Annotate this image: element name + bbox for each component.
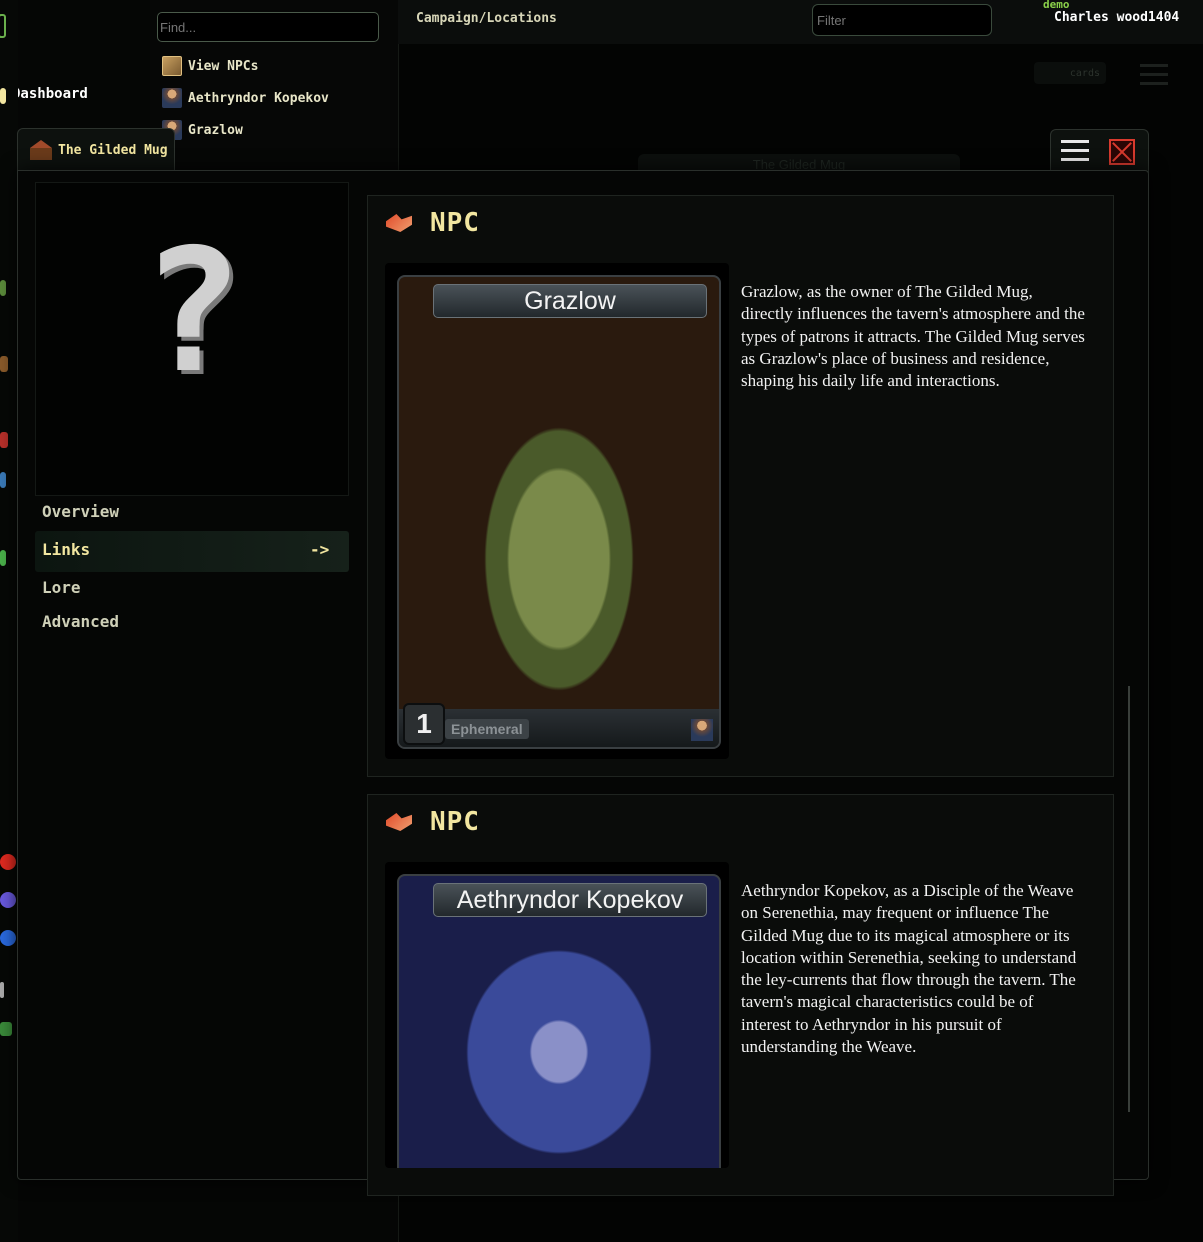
quick-link-label: View NPCs	[188, 58, 259, 74]
terminal-icon[interactable]	[0, 1022, 12, 1036]
quick-link-label: Grazlow	[188, 122, 243, 138]
quick-link-label: Aethryndor Kopekov	[188, 90, 329, 106]
character-avatar-icon	[691, 719, 713, 741]
card-art: Aethryndor Kopekov	[397, 874, 721, 1168]
modal-title-tab[interactable]: The Gilded Mug	[17, 128, 175, 171]
left-icon-rail	[0, 0, 18, 1242]
tavern-icon	[30, 140, 52, 160]
background-menu-icon[interactable]	[1140, 64, 1168, 86]
folder-icon[interactable]	[0, 88, 6, 104]
pouch-icon[interactable]	[0, 356, 8, 372]
link-type-label: NPC	[430, 807, 480, 837]
handshake-icon	[386, 214, 412, 232]
menu-lore[interactable]: Lore	[42, 578, 81, 597]
fire-icon[interactable]	[0, 432, 8, 448]
npc-book-icon	[162, 56, 182, 76]
handshake-icon	[386, 813, 412, 831]
link-type-header: NPC	[386, 807, 480, 837]
location-portrait[interactable]: ?	[35, 182, 349, 496]
active-arrow: ->	[310, 540, 330, 559]
facebook-icon[interactable]	[0, 930, 16, 946]
cards-toggle[interactable]: cards	[1034, 62, 1106, 84]
nav-item-dashboard[interactable]: Dashboard	[12, 86, 88, 102]
link-type-label: NPC	[430, 208, 480, 238]
find-input[interactable]	[157, 12, 379, 42]
menu-advanced[interactable]: Advanced	[42, 612, 119, 631]
link-description: Aethryndor Kopekov, as a Disciple of the…	[741, 881, 1077, 1057]
filter-input[interactable]	[812, 4, 992, 36]
leaf-icon[interactable]	[0, 550, 6, 566]
link-type-header: NPC	[386, 208, 480, 238]
quick-link-view-npcs[interactable]: View NPCs	[162, 56, 258, 76]
breadcrumb[interactable]: Campaign/Locations	[416, 11, 557, 26]
character-avatar-icon	[162, 88, 182, 108]
npc-card[interactable]: Aethryndor Kopekov	[385, 862, 729, 1168]
menu-links[interactable]: Links	[42, 540, 90, 559]
background-tab: The Gilded Mug	[638, 154, 960, 170]
menu-overview[interactable]: Overview	[42, 502, 119, 521]
card-title: Aethryndor Kopekov	[433, 883, 707, 917]
card-art: Grazlow 1 Ephemeral	[397, 275, 721, 749]
card-tag: Ephemeral	[445, 719, 529, 739]
link-description: Grazlow, as the owner of The Gilded Mug,…	[741, 282, 1085, 391]
modal-controls	[1050, 129, 1149, 173]
hamburger-menu-icon[interactable]	[1061, 140, 1089, 162]
discord-icon[interactable]	[0, 892, 16, 908]
card-title: Grazlow	[433, 284, 707, 318]
sword-icon[interactable]	[0, 982, 4, 998]
youtube-icon[interactable]	[0, 854, 16, 870]
quick-link-aethryndor[interactable]: Aethryndor Kopekov	[162, 88, 329, 108]
card-cost: 1	[403, 703, 445, 745]
close-icon[interactable]	[1109, 139, 1135, 165]
npc-card[interactable]: Grazlow 1 Ephemeral	[385, 263, 729, 759]
rail-item-icon[interactable]	[0, 14, 6, 38]
book-icon[interactable]	[0, 280, 6, 296]
question-mark-icon: ?	[140, 213, 244, 411]
scrollbar[interactable]	[1128, 686, 1130, 1112]
modal-title: The Gilded Mug	[58, 142, 168, 158]
user-name[interactable]: Charles wood1404	[1054, 10, 1179, 25]
orb-icon[interactable]	[0, 472, 6, 488]
